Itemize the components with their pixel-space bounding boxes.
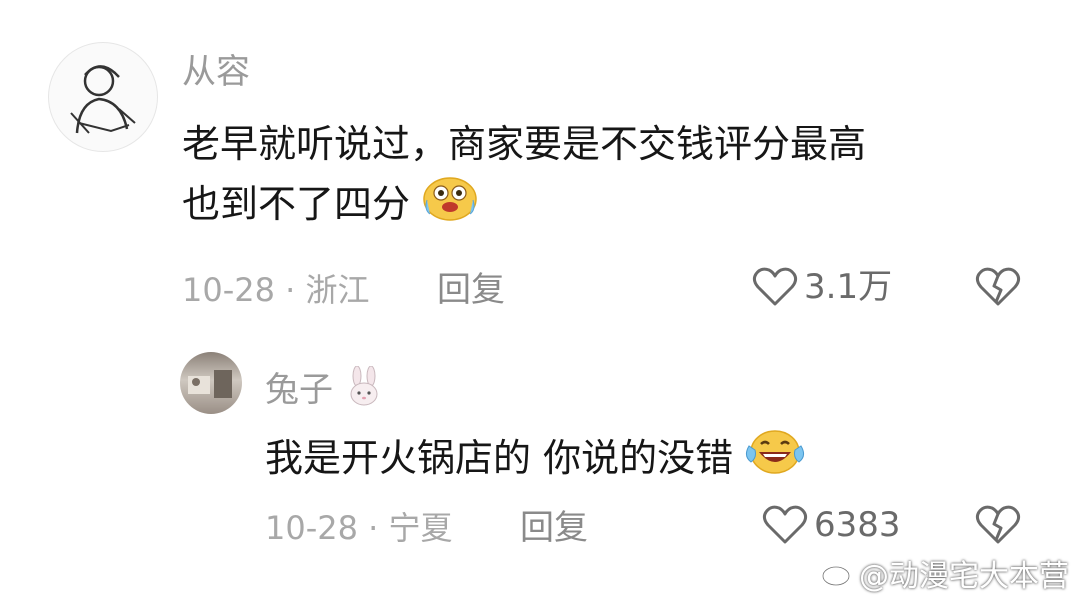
username[interactable]: 兔子: [265, 365, 384, 417]
comment-text: 老早就听说过，商家要是不交钱评分最高 也到不了四分: [182, 114, 1022, 239]
reply-button[interactable]: 回复: [520, 508, 588, 548]
sketch-avatar-icon: [70, 65, 136, 134]
like-button[interactable]: 6383: [762, 504, 901, 546]
comment-text-line: 老早就听说过，商家要是不交钱评分最高: [182, 122, 867, 166]
heart-icon: [752, 267, 798, 306]
avatar[interactable]: [48, 42, 158, 152]
watermark-text: @动漫宅大本营: [859, 559, 1069, 594]
weibo-logo-icon: [821, 559, 855, 595]
heart-icon: [762, 505, 808, 544]
avatar[interactable]: [180, 352, 242, 414]
comment-meta: 10-28 · 浙江: [182, 270, 370, 310]
like-count: 6383: [814, 505, 901, 545]
comment-text-line-2-text: 也到不了四分: [182, 182, 411, 226]
comment-text-line-2: 也到不了四分: [182, 174, 1022, 239]
like-count: 3.1万: [804, 267, 893, 307]
comment-text-body: 我是开火锅店的 你说的没错: [265, 436, 734, 480]
username[interactable]: 从容: [182, 52, 250, 92]
comment-date: 10-28: [182, 271, 275, 309]
watermark: @动漫宅大本营: [821, 559, 1069, 595]
reply-button[interactable]: 回复: [437, 270, 505, 310]
meta-separator: ·: [357, 509, 389, 547]
broken-heart-icon: [975, 505, 1021, 544]
tears-of-joy-icon: [745, 428, 805, 493]
comment-text: 我是开火锅店的 你说的没错: [265, 428, 1025, 493]
like-button[interactable]: 3.1万: [752, 266, 892, 308]
broken-heart-icon: [975, 267, 1021, 306]
dislike-button[interactable]: [975, 266, 1021, 312]
comment-date: 10-28: [265, 509, 358, 547]
comment-location: 浙江: [305, 271, 370, 309]
crying-laughing-face-icon: [422, 174, 478, 239]
username-text: 兔子: [265, 370, 333, 410]
comment-location: 宁夏: [388, 509, 453, 547]
comment-meta: 10-28 · 宁夏: [265, 508, 453, 548]
rabbit-icon: [344, 365, 384, 417]
dislike-button[interactable]: [975, 504, 1021, 550]
meta-separator: ·: [274, 271, 306, 309]
photo-avatar-icon: [188, 370, 232, 398]
